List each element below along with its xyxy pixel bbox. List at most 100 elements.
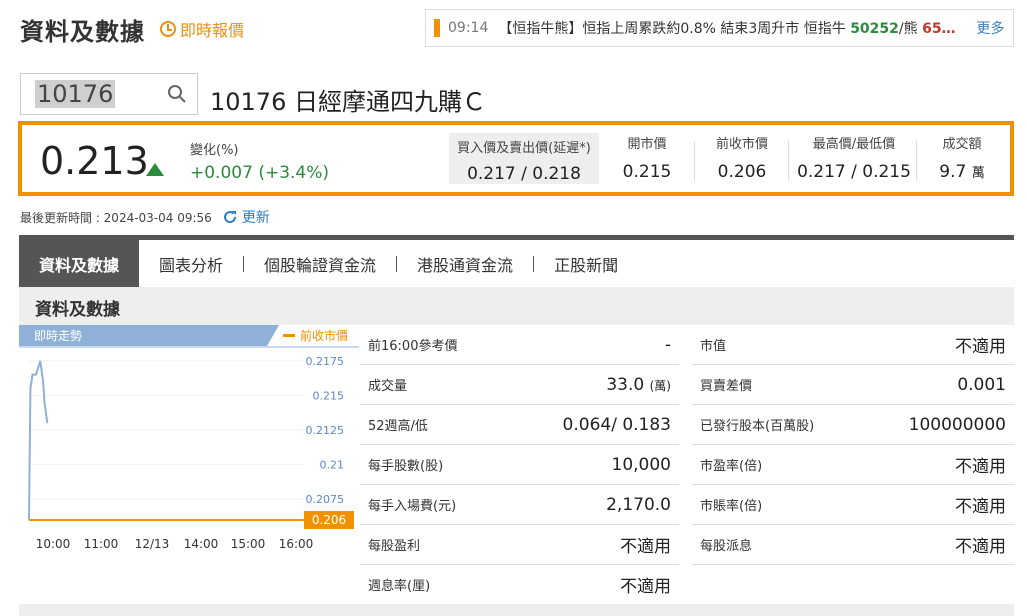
stock-name: 10176 日經摩通四九購Ｃ bbox=[210, 88, 486, 116]
data-table-right: 市值 不適用 買賣差價 0.001 已發行股本(百萬股) 100000000 市盈率(倍) 不… bbox=[692, 325, 1014, 565]
table-row: 買賣差價 0.001 bbox=[692, 365, 1014, 405]
prev-close-tag-label: 0.206 bbox=[312, 513, 346, 527]
realtime-quote-link[interactable]: 即時報價 bbox=[160, 17, 244, 41]
row-value: 不適用 bbox=[955, 332, 1006, 357]
y-tick-label: 0.21 bbox=[320, 459, 345, 472]
stock-search-input[interactable]: 10176 bbox=[20, 73, 198, 115]
row-label: 市盈率(倍) bbox=[700, 459, 763, 474]
row-value-text: 不適用 bbox=[955, 457, 1006, 477]
row-value: 不適用 bbox=[620, 572, 671, 597]
ticker-headline[interactable]: 【恒指牛熊】恒指上周累跌約0.8% 結束3周升市 恒指牛 50252/熊 65… bbox=[498, 18, 968, 38]
row-value-text: - bbox=[664, 334, 671, 355]
row-value: - bbox=[665, 335, 671, 355]
table-row: 市值 不適用 bbox=[692, 325, 1014, 365]
row-label: 每股盈利 bbox=[368, 539, 421, 554]
turnover-number: 9.7 bbox=[939, 162, 967, 182]
next-section-header bbox=[19, 604, 1014, 616]
x-tick-label: 15:00 bbox=[231, 537, 266, 551]
row-value-text: 2,170.0 bbox=[606, 494, 671, 515]
row-value-text: 10,000 bbox=[611, 454, 671, 475]
row-value-text: 33.0 bbox=[606, 374, 645, 395]
row-label: 週息率(厘) bbox=[368, 579, 431, 594]
refresh-button[interactable]: 更新 bbox=[222, 207, 270, 227]
high-low-label: 最高價/最低價 bbox=[812, 137, 896, 152]
last-updated: 最後更新時間 : 2024-03-04 09:56 更新 bbox=[20, 207, 270, 227]
legend-swatch bbox=[283, 334, 295, 337]
table-row: 每股派息 不適用 bbox=[692, 525, 1014, 565]
chart-svg: 即時走勢 前收市價 0.2175 0.215 0.2125 0.21 0.2075 0.2… bbox=[19, 325, 359, 551]
tab-underlying-news[interactable]: 正股新聞 bbox=[534, 240, 638, 287]
row-label: 每手入場費(元) bbox=[368, 499, 457, 514]
bid-ask-block: 買入價及賣出價(延遲*) 0.217 / 0.218 bbox=[449, 133, 599, 184]
up-arrow-icon bbox=[146, 163, 164, 176]
turnover-label: 成交額 bbox=[942, 137, 982, 152]
news-ticker[interactable]: 09:14 【恒指牛熊】恒指上周累跌約0.8% 結束3周升市 恒指牛 50252… bbox=[425, 9, 1014, 47]
x-tick-label: 12/13 bbox=[135, 537, 170, 551]
row-value: 不適用 bbox=[955, 532, 1006, 557]
ticker-marker bbox=[434, 19, 440, 37]
bid-ask-value: 0.217 / 0.218 bbox=[467, 164, 581, 184]
intraday-chart[interactable]: 即時走勢 前收市價 0.2175 0.215 0.2125 0.21 0.2075 0.2… bbox=[19, 325, 359, 565]
clock-icon bbox=[160, 21, 176, 37]
search-icon[interactable] bbox=[167, 84, 187, 108]
open-value: 0.215 bbox=[622, 162, 672, 182]
table-row: 成交量 33.0 (萬) bbox=[360, 365, 679, 405]
ticker-bull-number: 50252 bbox=[850, 21, 899, 37]
price-line bbox=[28, 360, 49, 521]
tab-data[interactable]: 資料及數據 bbox=[19, 240, 140, 287]
more-link[interactable]: 更多 bbox=[976, 18, 1004, 38]
row-value: 10,000 bbox=[612, 455, 671, 475]
tab-bar: 資料及數據 圖表分析 個股輪證資金流 港股通資金流 正股新聞 bbox=[19, 235, 1014, 287]
row-label: 每股派息 bbox=[700, 539, 753, 554]
ticker-bear-number: 65… bbox=[922, 21, 956, 37]
ticker-slash: /熊 bbox=[898, 21, 918, 37]
row-value-text: 不適用 bbox=[955, 497, 1006, 517]
high-low-block: 最高價/最低價 0.217 / 0.215 bbox=[794, 133, 914, 182]
x-tick-label: 10:00 bbox=[36, 537, 71, 551]
row-label: 已發行股本(百萬股) bbox=[700, 419, 815, 434]
x-tick-label: 11:00 bbox=[84, 537, 119, 551]
tab-connect-flow[interactable]: 港股通資金流 bbox=[397, 240, 533, 287]
row-value: 0.001 bbox=[957, 375, 1006, 395]
page-title: 資料及數據 bbox=[20, 18, 145, 46]
bid-ask-label: 買入價及賣出價(延遲*) bbox=[457, 141, 591, 156]
row-label: 買賣差價 bbox=[700, 379, 753, 394]
change-value: +0.007 (+3.4%) bbox=[190, 163, 330, 183]
turnover-unit: 萬 bbox=[971, 166, 985, 181]
table-row: 每手入場費(元) 2,170.0 bbox=[360, 485, 679, 525]
prev-close-block: 前收市價 0.206 bbox=[702, 133, 782, 182]
row-label: 市值 bbox=[700, 339, 727, 354]
row-value: 0.064/ 0.183 bbox=[563, 415, 671, 435]
refresh-label: 更新 bbox=[241, 210, 270, 226]
change-label: 變化(%) bbox=[190, 143, 239, 158]
row-value: 不適用 bbox=[620, 532, 671, 557]
row-value-text: 100000000 bbox=[908, 414, 1006, 435]
legend-label: 前收市價 bbox=[300, 328, 348, 343]
y-tick-label: 0.2075 bbox=[306, 493, 345, 506]
x-tick-label: 16:00 bbox=[279, 537, 314, 551]
row-value-text: 不適用 bbox=[620, 577, 671, 597]
open-block: 開市價 0.215 bbox=[612, 133, 682, 182]
chart-title: 即時走勢 bbox=[34, 328, 82, 343]
turnover-value: 9.7 萬 bbox=[922, 162, 1002, 182]
row-value-text: 不適用 bbox=[955, 337, 1006, 357]
row-value: 2,170.0 bbox=[606, 495, 671, 515]
quote-panel: 0.213 變化(%) +0.007 (+3.4%) 買入價及賣出價(延遲*) … bbox=[18, 121, 1014, 196]
tab-chart-analysis[interactable]: 圖表分析 bbox=[139, 240, 243, 287]
row-label: 每手股數(股) bbox=[368, 459, 444, 474]
table-row: 市賬率(倍) 不適用 bbox=[692, 485, 1014, 525]
search-value: 10176 bbox=[35, 80, 116, 108]
table-row: 每股盈利 不適用 bbox=[360, 525, 679, 565]
row-value: 不適用 bbox=[955, 492, 1006, 517]
ticker-time: 09:14 bbox=[448, 20, 489, 36]
tab-warrant-flow[interactable]: 個股輪證資金流 bbox=[244, 240, 396, 287]
refresh-icon bbox=[223, 211, 236, 224]
y-tick-label: 0.2175 bbox=[306, 355, 345, 368]
data-table-left: 前16:00參考價 - 成交量 33.0 (萬) 52週高/低 0.064/ 0.183 每… bbox=[360, 325, 679, 605]
prev-close-label: 前收市價 bbox=[715, 137, 768, 152]
y-tick-label: 0.2125 bbox=[306, 424, 345, 437]
table-row: 前16:00參考價 - bbox=[360, 325, 679, 365]
prev-close-value: 0.206 bbox=[717, 162, 767, 182]
row-label: 市賬率(倍) bbox=[700, 499, 763, 514]
row-label: 前16:00參考價 bbox=[368, 339, 458, 354]
